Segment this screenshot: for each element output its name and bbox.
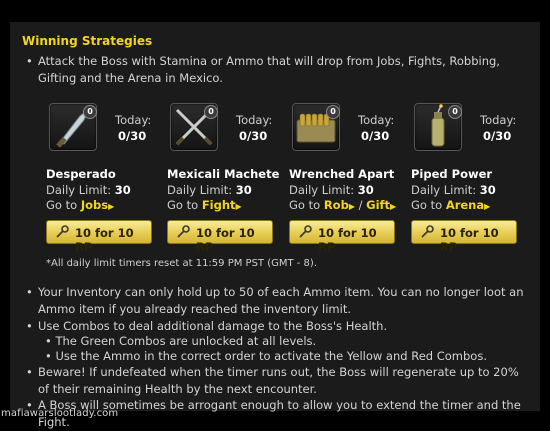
gift-link[interactable]: Gift — [366, 198, 390, 212]
today-label: Today: — [480, 113, 517, 127]
tip-ammo-order: • Use the Ammo in the correct order to a… — [45, 349, 487, 363]
tip-beware: • Beware! If undefeated when the timer ru… — [26, 365, 519, 396]
tip-inventory: • Your Inventory can only hold up to 50 o… — [26, 285, 524, 316]
ammo-item-mexicali-machete: 0 Today: 0/30 Mexicali Machete Daily Lim… — [167, 100, 285, 260]
today-value: 0/30 — [361, 129, 390, 143]
fight-link[interactable]: Fight — [202, 198, 236, 212]
rob-link[interactable]: Rob — [324, 198, 349, 212]
buy-button[interactable]: 10 for 10 RP — [411, 220, 517, 254]
daily-limit: Daily Limit: 30 — [289, 183, 374, 197]
goto-line: Go to Rob▶ / Gift▶ — [289, 198, 397, 212]
goto-line: Go to Arena▶ — [411, 198, 491, 212]
today-value: 0/30 — [118, 129, 147, 143]
item-name: Wrenched Apart — [289, 167, 395, 181]
buy-button[interactable]: 10 for 10 RP — [289, 220, 395, 254]
ammo-item-wrenched-apart: 0 Today: 0/30 Wrenched Apart Daily Limit… — [289, 100, 407, 260]
watermark: mafiawarslootlady.com — [1, 408, 119, 419]
arrow-right-icon: ▶ — [235, 202, 242, 211]
intro-bullet: • Attack the Boss with Stamina or Ammo t… — [26, 54, 500, 85]
today-value: 0/30 — [483, 129, 512, 143]
goto-line: Go to Fight▶ — [167, 198, 242, 212]
today-label: Today: — [358, 113, 395, 127]
timer-note: *All daily limit timers reset at 11:59 P… — [46, 258, 318, 269]
key-icon — [55, 225, 69, 242]
key-icon — [176, 225, 190, 242]
intro-text: Attack the Boss with Stamina or Ammo tha… — [38, 54, 500, 85]
buy-button[interactable]: 10 for 10 RP — [46, 220, 152, 254]
today-label: Today: — [115, 113, 152, 127]
arrow-right-icon: ▶ — [108, 202, 115, 211]
arrow-right-icon: ▶ — [390, 202, 397, 211]
key-icon — [298, 225, 312, 242]
item-count-badge: 0 — [204, 105, 218, 119]
arrow-right-icon: ▶ — [348, 202, 355, 211]
item-name: Desperado — [46, 167, 116, 181]
goto-line: Go to Jobs▶ — [46, 198, 115, 212]
daily-limit: Daily Limit: 30 — [411, 183, 496, 197]
item-count-badge: 0 — [83, 105, 97, 119]
ammo-item-desperado: 0 Today: 0/30 Desperado Daily Limit: 30 … — [46, 100, 164, 260]
today-label: Today: — [236, 113, 273, 127]
daily-limit: Daily Limit: 30 — [46, 183, 131, 197]
ammo-item-piped-power: 0 Today: 0/30 Piped Power Daily Limit: 3… — [411, 100, 529, 260]
today-value: 0/30 — [239, 129, 268, 143]
key-icon — [420, 225, 434, 242]
item-name: Mexicali Machete — [167, 167, 280, 181]
daily-limit: Daily Limit: 30 — [167, 183, 252, 197]
item-name: Piped Power — [411, 167, 493, 181]
arena-link[interactable]: Arena — [446, 198, 484, 212]
jobs-link[interactable]: Jobs — [81, 198, 108, 212]
buy-button[interactable]: 10 for 10 RP — [167, 220, 273, 254]
arrow-right-icon: ▶ — [484, 202, 491, 211]
section-title: Winning Strategies — [22, 34, 153, 48]
item-count-badge: 0 — [326, 105, 340, 119]
item-count-badge: 0 — [448, 105, 462, 119]
